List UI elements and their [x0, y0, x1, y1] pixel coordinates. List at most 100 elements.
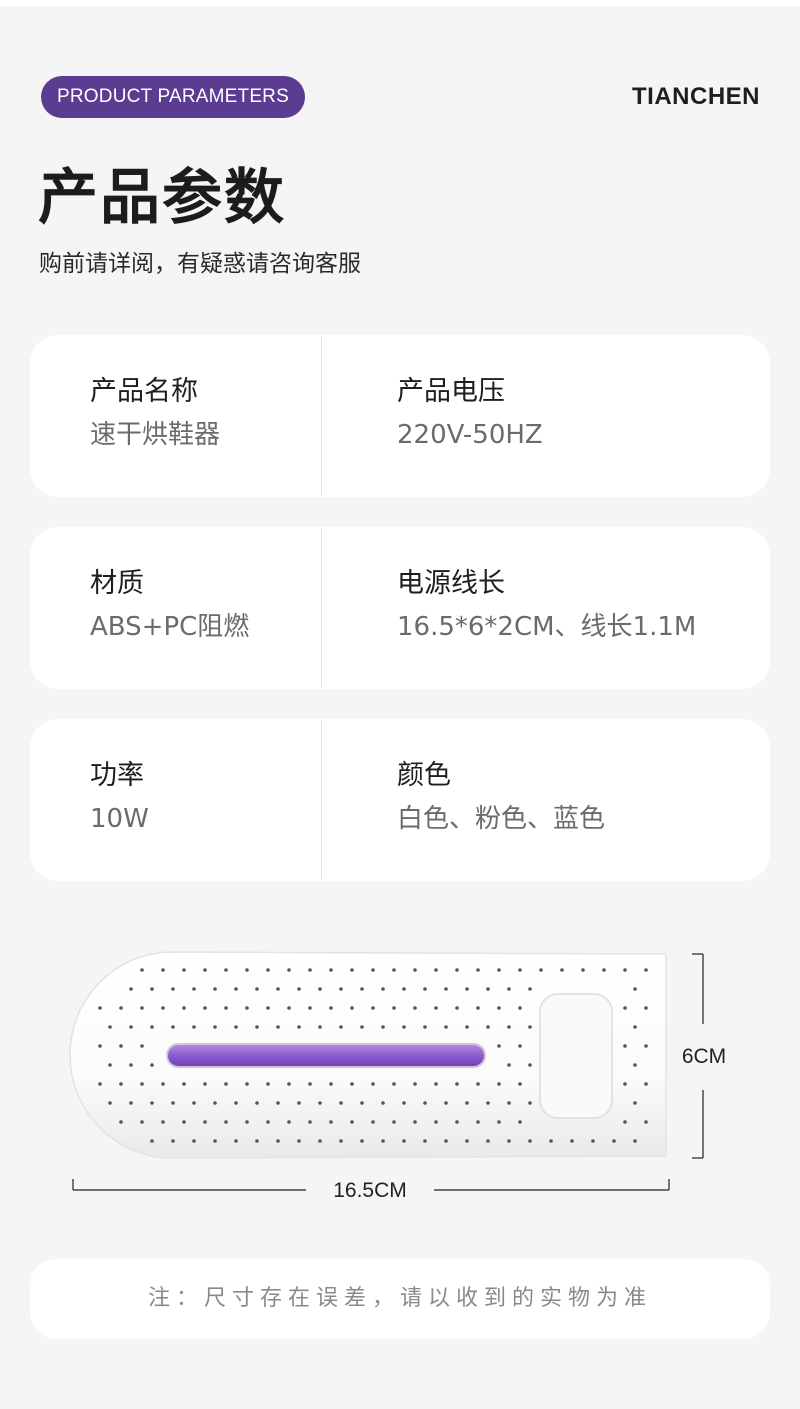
vent-hole [329, 1006, 333, 1010]
vent-hole [161, 1082, 165, 1086]
vent-hole [381, 1139, 385, 1143]
vent-hole [171, 1101, 175, 1105]
vent-hole [528, 1063, 532, 1067]
vent-hole [297, 1101, 301, 1105]
vent-hole [423, 1025, 427, 1029]
vent-hole [287, 1120, 291, 1124]
param-cell: 功率 10W [90, 757, 149, 837]
vent-hole [224, 1082, 228, 1086]
vent-hole [644, 1006, 648, 1010]
vent-hole [423, 1139, 427, 1143]
vent-hole [182, 1082, 186, 1086]
vent-hole [476, 1006, 480, 1010]
vent-hole [455, 968, 459, 972]
vent-hole [150, 1025, 154, 1029]
vent-hole [297, 987, 301, 991]
vent-hole [633, 1101, 637, 1105]
vent-hole [612, 1139, 616, 1143]
vent-hole [644, 1082, 648, 1086]
vent-hole [318, 1025, 322, 1029]
vent-hole [497, 968, 501, 972]
param-value: 10W [90, 804, 149, 834]
param-cell: 产品电压 220V-50HZ [397, 373, 543, 453]
vent-hole [140, 968, 144, 972]
vent-hole [518, 968, 522, 972]
param-card: 产品名称 速干烘鞋器 产品电压 220V-50HZ [30, 335, 770, 497]
vent-hole [98, 1044, 102, 1048]
vent-hole [129, 1101, 133, 1105]
param-cell: 电源线长 16.5*6*2CM、线长1.1M [397, 565, 696, 645]
vent-hole [381, 987, 385, 991]
vent-hole [245, 1006, 249, 1010]
vent-hole [119, 1120, 123, 1124]
vent-hole [507, 1101, 511, 1105]
vent-hole [171, 987, 175, 991]
param-value: 白色、粉色、蓝色 [397, 804, 606, 834]
vent-hole [633, 1025, 637, 1029]
vent-hole [119, 1006, 123, 1010]
vent-hole [507, 987, 511, 991]
vent-hole [413, 1120, 417, 1124]
vent-hole [192, 1139, 196, 1143]
vent-hole [140, 1082, 144, 1086]
param-value: ABS+PC阻燃 [90, 612, 250, 642]
vent-hole [339, 987, 343, 991]
vent-hole [161, 1006, 165, 1010]
vent-hole [245, 1120, 249, 1124]
vent-hole [591, 1139, 595, 1143]
vent-hole [623, 1082, 627, 1086]
vent-hole [507, 1063, 511, 1067]
vent-hole [413, 968, 417, 972]
param-cell: 颜色 白色、粉色、蓝色 [397, 757, 605, 837]
vent-hole [371, 1120, 375, 1124]
vent-hole [402, 1139, 406, 1143]
vent-hole [633, 1139, 637, 1143]
param-label: 产品名称 [90, 376, 198, 407]
vent-hole [434, 1120, 438, 1124]
vent-hole [465, 1139, 469, 1143]
vent-hole [276, 1025, 280, 1029]
vent-hole [339, 1025, 343, 1029]
vent-hole [360, 1139, 364, 1143]
vent-hole [434, 1006, 438, 1010]
vent-hole [497, 1082, 501, 1086]
vent-hole [339, 1139, 343, 1143]
width-label: 16.5CM [333, 1179, 407, 1202]
vent-hole [203, 1082, 207, 1086]
product-illustration: 6CM 16.5CM [60, 940, 750, 1210]
vent-hole [203, 1006, 207, 1010]
vent-hole [182, 1120, 186, 1124]
param-cell: 材质 ABS+PC阻燃 [90, 565, 249, 645]
vent-hole [623, 1044, 627, 1048]
vent-hole [213, 987, 217, 991]
vent-hole [129, 1063, 133, 1067]
vent-hole [255, 1101, 259, 1105]
param-value: 速干烘鞋器 [90, 420, 221, 450]
vent-hole [392, 968, 396, 972]
vent-hole [528, 1101, 532, 1105]
vent-hole [360, 987, 364, 991]
vent-hole [297, 1139, 301, 1143]
vent-hole [234, 1101, 238, 1105]
vent-hole [203, 1120, 207, 1124]
vent-hole [255, 1025, 259, 1029]
vent-hole [402, 1025, 406, 1029]
vent-hole [392, 1082, 396, 1086]
vent-hole [402, 1101, 406, 1105]
vent-hole [150, 1063, 154, 1067]
vent-hole [150, 1101, 154, 1105]
shoe-dryer-image: 6CM 16.5CM [69, 951, 726, 1202]
vent-hole [276, 987, 280, 991]
vent-hole [329, 968, 333, 972]
vent-hole [518, 1082, 522, 1086]
vent-hole [192, 987, 196, 991]
param-card: 功率 10W 颜色 白色、粉色、蓝色 [30, 719, 770, 881]
vent-hole [192, 1025, 196, 1029]
vent-hole [570, 1139, 574, 1143]
param-label: 颜色 [397, 760, 451, 791]
vent-hole [371, 1006, 375, 1010]
param-value: 220V-50HZ [397, 420, 543, 450]
vent-hole [129, 1025, 133, 1029]
vent-hole [318, 987, 322, 991]
vent-hole [108, 1063, 112, 1067]
